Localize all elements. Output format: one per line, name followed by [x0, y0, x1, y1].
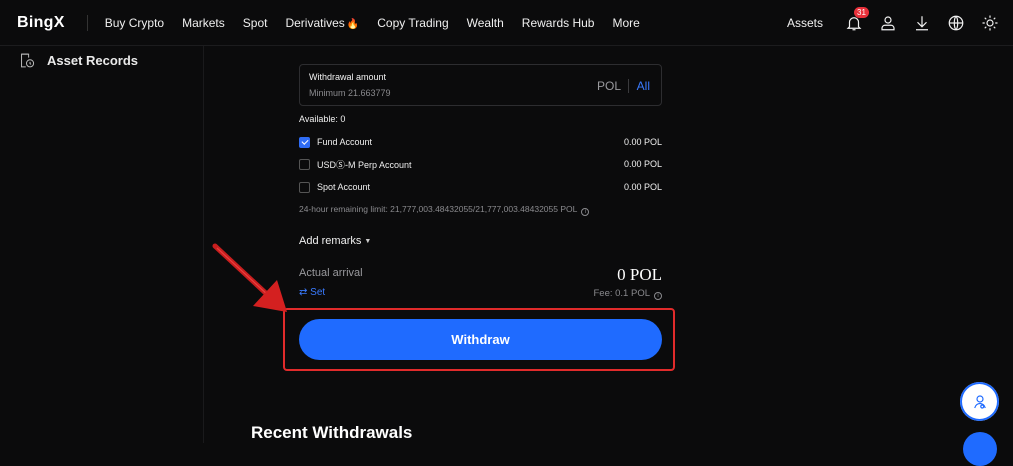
- info-icon[interactable]: i: [581, 208, 590, 216]
- account-row-perp[interactable]: USDⓈ-M Perp Account 0.00 POL: [299, 157, 662, 171]
- logo-divider: [86, 14, 88, 31]
- support-agent-icon: [973, 394, 986, 409]
- bingx-logo[interactable]: BingX: [17, 14, 88, 32]
- daily-limit-label: 24-hour remaining limit: 21,777,003.4843…: [299, 204, 578, 214]
- add-remarks-label: Add remarks: [299, 235, 362, 247]
- nav-spot[interactable]: Spot: [243, 16, 268, 30]
- withdrawal-amount-field[interactable]: Withdrawal amount Minimum 21.663779 POL …: [299, 64, 662, 106]
- account-name: USDⓈ-M Perp Account: [317, 159, 412, 170]
- fund-account-checkbox[interactable]: [299, 136, 310, 148]
- account-name: Spot Account: [317, 182, 371, 192]
- notification-badge: 31: [854, 7, 869, 18]
- download-button[interactable]: [905, 0, 939, 46]
- nav-derivatives-label: Derivatives: [285, 15, 345, 30]
- notifications-button[interactable]: 31: [837, 0, 871, 46]
- user-icon: [881, 16, 895, 31]
- fee-label: Fee: 0.1 POL: [593, 288, 650, 299]
- recent-withdrawals-title: Recent Withdrawals: [251, 423, 413, 442]
- withdrawal-amount-label: Withdrawal amount: [309, 72, 387, 82]
- header-actions: Assets 31: [787, 0, 1013, 46]
- assets-link[interactable]: Assets: [787, 16, 823, 30]
- globe-icon: [948, 15, 964, 31]
- spot-account-checkbox[interactable]: [299, 181, 310, 193]
- nav-copy-trading[interactable]: Copy Trading: [377, 16, 448, 30]
- fee-text: Fee: 0.1 POL i: [299, 288, 662, 300]
- caret-down-icon: ▼: [364, 238, 372, 245]
- nav-wealth[interactable]: Wealth: [467, 16, 504, 30]
- nav-buy-crypto[interactable]: Buy Crypto: [105, 16, 164, 30]
- nav-markets[interactable]: Markets: [182, 16, 225, 30]
- support-chat-button[interactable]: [960, 382, 999, 421]
- daily-limit-text: 24-hour remaining limit: 21,777,003.4843…: [299, 204, 590, 216]
- account-row-fund[interactable]: Fund Account 0.00 POL: [299, 135, 662, 149]
- sidebar-item-label: Asset Records: [47, 53, 139, 68]
- top-navigation-bar: BingX Buy Crypto Markets Spot Derivative…: [0, 0, 1013, 46]
- account-balance: 0.00 POL: [623, 137, 662, 147]
- sidebar-item-asset-records[interactable]: Asset Records: [18, 52, 203, 69]
- info-icon[interactable]: i: [654, 292, 662, 300]
- add-remarks-toggle[interactable]: Add remarks ▼: [299, 235, 371, 247]
- amount-unit: POL: [596, 79, 621, 93]
- actual-arrival-value: 0 POL: [617, 265, 662, 284]
- account-name: Fund Account: [317, 137, 373, 147]
- logo-text: BingX: [17, 13, 65, 31]
- available-balance: Available: 0: [299, 114, 346, 124]
- language-button[interactable]: [939, 0, 973, 46]
- account-balance: 0.00 POL: [623, 182, 662, 192]
- fire-icon: 🔥: [346, 18, 360, 30]
- account-row-spot[interactable]: Spot Account 0.00 POL: [299, 180, 662, 194]
- sun-icon: [982, 15, 998, 31]
- nav-derivatives[interactable]: Derivatives 🔥: [285, 16, 359, 30]
- sidebar: Asset Records: [0, 46, 204, 443]
- perp-account-checkbox[interactable]: [299, 158, 310, 170]
- withdraw-panel: Withdrawal amount Minimum 21.663779 POL …: [204, 46, 1013, 443]
- nav-rewards-hub[interactable]: Rewards Hub: [522, 16, 595, 30]
- main-nav: Buy Crypto Markets Spot Derivatives 🔥 Cop…: [100, 16, 658, 30]
- floating-action-button[interactable]: [963, 432, 997, 466]
- all-button[interactable]: All: [637, 79, 650, 93]
- nav-more[interactable]: More: [612, 16, 639, 30]
- clock-document-icon: [21, 53, 35, 68]
- theme-toggle-button[interactable]: [973, 0, 1007, 46]
- withdraw-button[interactable]: Withdraw: [299, 319, 662, 360]
- withdrawal-amount-placeholder: Minimum 21.663779: [309, 88, 391, 98]
- download-icon: [916, 16, 928, 31]
- account-balance: 0.00 POL: [623, 159, 662, 169]
- account-button[interactable]: [871, 0, 905, 46]
- unit-divider: [628, 79, 629, 93]
